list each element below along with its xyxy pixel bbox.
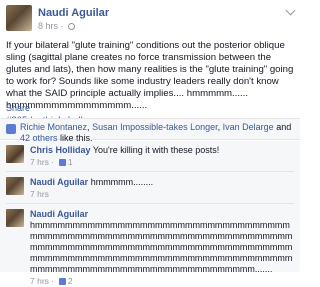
comment-text: hmmmmmmmmmmmmmmmmmmmmmmmmmmmmmmmmmmmmmmm… bbox=[30, 220, 293, 274]
comment-body: Naudi Aguilar hmmmmmmmmmmmmmmmmmmmmmmmmm… bbox=[30, 209, 294, 287]
likes-and: and bbox=[273, 122, 292, 132]
comment-author[interactable]: Naudi Aguilar bbox=[30, 177, 88, 187]
comment-meta: 7 hrs · 2 bbox=[30, 276, 294, 287]
post-header: Naudi Aguilar 8 hrs · bbox=[6, 5, 296, 33]
author-avatar[interactable] bbox=[6, 5, 32, 31]
likes-bar: Richie Montanez, Susan Impossible-takes … bbox=[0, 118, 300, 143]
comment-author[interactable]: Naudi Aguilar bbox=[30, 209, 88, 219]
post-body: If your bilateral "glute training" condi… bbox=[6, 40, 294, 127]
share-button[interactable]: Share bbox=[6, 103, 30, 113]
like-thumb-icon[interactable] bbox=[58, 159, 66, 166]
meta-separator: · bbox=[51, 276, 55, 286]
comment-meta: 7 hrs · 1 bbox=[30, 157, 294, 168]
like-thumb-icon bbox=[6, 124, 16, 134]
comment-time[interactable]: 7 hrs bbox=[30, 157, 49, 167]
liker-name[interactable]: Ivan Delarge bbox=[223, 122, 274, 132]
post-text: If your bilateral "glute training" condi… bbox=[6, 40, 294, 111]
post-author[interactable]: Naudi Aguilar bbox=[38, 7, 109, 19]
liker-name[interactable]: Susan Impossible-takes Longer bbox=[92, 122, 218, 132]
meta-separator: · bbox=[51, 157, 55, 167]
like-thumb-icon[interactable] bbox=[58, 278, 66, 285]
comment-like-count[interactable]: 2 bbox=[68, 276, 73, 286]
commenter-avatar[interactable] bbox=[6, 177, 24, 195]
globe-icon[interactable] bbox=[68, 23, 76, 30]
meta-separator: · bbox=[60, 21, 64, 31]
comment-body: Naudi Aguilar hmmmmm........ 7 hrs bbox=[30, 177, 294, 200]
comments-section: Chris Holliday You're killing it with th… bbox=[0, 141, 300, 286]
comment-text: hmmmmm........ bbox=[90, 177, 154, 187]
comment-text: You're killing it with these posts! bbox=[92, 145, 220, 155]
comment-author[interactable]: Chris Holliday bbox=[30, 145, 91, 155]
comment-divider bbox=[6, 171, 294, 172]
post-time[interactable]: 8 hrs bbox=[38, 21, 58, 31]
comment-body: Chris Holliday You're killing it with th… bbox=[30, 145, 294, 168]
post-meta: 8 hrs · bbox=[38, 21, 76, 31]
commenter-avatar[interactable] bbox=[6, 145, 24, 163]
comment-time[interactable]: 7 hrs bbox=[30, 189, 49, 199]
chevron-down-icon[interactable] bbox=[285, 5, 296, 16]
commenter-avatar[interactable] bbox=[6, 209, 24, 227]
comment-time[interactable]: 7 hrs bbox=[30, 276, 49, 286]
liker-name[interactable]: Richie Montanez bbox=[20, 122, 87, 132]
comment-meta: 7 hrs bbox=[30, 189, 294, 200]
comment-like-count[interactable]: 1 bbox=[68, 157, 73, 167]
comment-divider bbox=[6, 203, 294, 204]
